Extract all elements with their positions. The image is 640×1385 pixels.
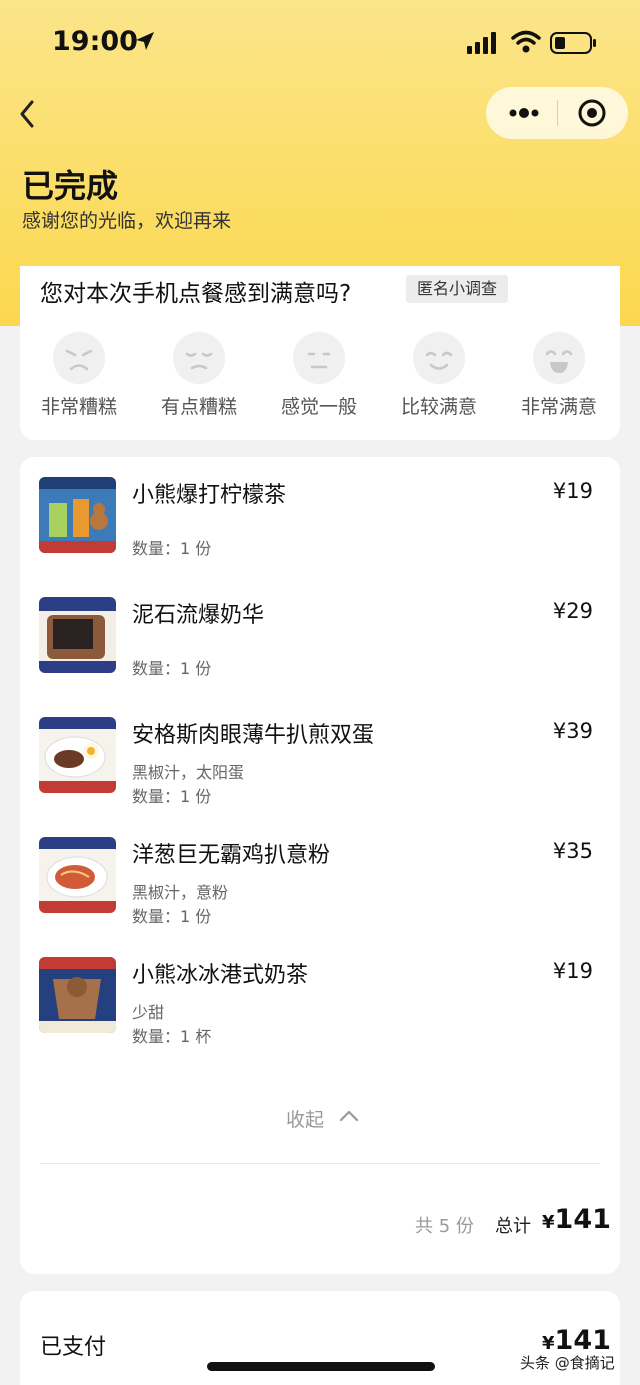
capsule-divider — [557, 100, 558, 126]
status-bar: 19:00 — [0, 0, 640, 86]
item-quantity: 数量：1 份 — [132, 787, 212, 806]
order-items-card: 小熊爆打柠檬茶 ¥19 数量：1 份 泥石流爆奶华 ¥29 数量：1 份 安格斯… — [20, 457, 620, 1274]
item-name: 小熊爆打柠檬茶 — [132, 483, 287, 508]
divider — [40, 1163, 600, 1164]
more-icon[interactable] — [508, 105, 540, 121]
item-quantity: 数量：1 份 — [132, 659, 212, 678]
item-quantity: 数量：1 杯 — [132, 1027, 212, 1046]
rating-label: 非常糟糕 — [40, 396, 117, 418]
page-title: 已完成 — [22, 167, 119, 205]
page-subtitle: 感谢您的光临，欢迎再来 — [22, 210, 232, 232]
rating-very-good[interactable]: 非常满意 — [509, 332, 609, 419]
order-item[interactable]: 小熊冰冰港式奶茶 ¥19 少甜 数量：1 杯 — [20, 937, 620, 1046]
satisfaction-survey-card: 您对本次手机点餐感到满意吗? 匿名小调查 非常糟糕 有点糟糕 感觉一般 比较满意… — [20, 266, 620, 440]
back-button[interactable] — [14, 96, 42, 132]
rating-very-bad[interactable]: 非常糟糕 — [29, 332, 129, 419]
watermark: 头条 @食摘记 — [520, 1354, 615, 1372]
item-image-pasta — [39, 837, 116, 913]
item-name: 洋葱巨无霸鸡扒意粉 — [132, 843, 331, 868]
currency-symbol: ¥ — [542, 1333, 555, 1354]
bad-face-icon — [173, 332, 225, 384]
rating-label: 感觉一般 — [280, 396, 357, 418]
home-indicator — [207, 1362, 435, 1371]
order-item[interactable]: 泥石流爆奶华 ¥29 数量：1 份 — [20, 577, 620, 678]
item-spec: 黑椒汁，太阳蛋 — [132, 763, 245, 782]
item-image-steak — [39, 717, 116, 793]
rating-neutral[interactable]: 感觉一般 — [269, 332, 369, 419]
survey-question: 您对本次手机点餐感到满意吗? — [40, 281, 352, 307]
item-image-lemon-tea — [39, 477, 116, 553]
very-good-face-icon — [533, 332, 585, 384]
item-image-milk-tea — [39, 957, 116, 1033]
total-number: 141 — [554, 1204, 611, 1235]
cellular-signal-icon — [467, 32, 496, 54]
location-arrow-icon — [136, 32, 154, 50]
currency-symbol: ¥ — [542, 1212, 555, 1233]
item-name: 安格斯肉眼薄牛扒煎双蛋 — [132, 723, 375, 748]
neutral-face-icon — [293, 332, 345, 384]
close-miniprogram-icon[interactable] — [577, 98, 607, 128]
rating-good[interactable]: 比较满意 — [389, 332, 489, 419]
rating-label: 有点糟糕 — [160, 396, 237, 418]
very-bad-face-icon — [53, 332, 105, 384]
paid-label: 已支付 — [40, 1335, 107, 1360]
chevron-up-icon — [339, 1110, 359, 1122]
item-quantity: 数量：1 份 — [132, 539, 212, 558]
rating-bad[interactable]: 有点糟糕 — [149, 332, 249, 419]
collapse-button[interactable]: 收起 — [260, 1103, 380, 1133]
item-image-toast — [39, 597, 116, 673]
order-item[interactable]: 安格斯肉眼薄牛扒煎双蛋 ¥39 黑椒汁，太阳蛋 数量：1 份 — [20, 697, 620, 806]
mini-program-capsule — [486, 87, 628, 139]
item-price: ¥29 — [552, 599, 593, 623]
item-quantity: 数量：1 份 — [132, 907, 212, 926]
item-price: ¥19 — [552, 959, 593, 983]
order-item[interactable]: 小熊爆打柠檬茶 ¥19 数量：1 份 — [20, 457, 620, 558]
status-time: 19:00 — [52, 26, 138, 57]
item-spec: 少甜 — [132, 1003, 165, 1022]
order-item[interactable]: 洋葱巨无霸鸡扒意粉 ¥35 黑椒汁，意粉 数量：1 份 — [20, 817, 620, 926]
item-name: 泥石流爆奶华 — [132, 603, 265, 628]
item-count: 共 5 份 — [415, 1216, 474, 1237]
rating-label: 比较满意 — [400, 396, 477, 418]
item-price: ¥39 — [552, 719, 593, 743]
item-spec: 黑椒汁，意粉 — [132, 883, 229, 902]
anonymous-survey-badge: 匿名小调查 — [406, 275, 509, 303]
collapse-label: 收起 — [286, 1109, 325, 1131]
item-name: 小熊冰冰港式奶茶 — [132, 963, 309, 988]
item-price: ¥19 — [552, 479, 593, 503]
battery-icon — [550, 32, 596, 54]
total-label: 总计 — [495, 1216, 531, 1237]
rating-label: 非常满意 — [520, 396, 597, 418]
total-amount: ¥141 — [542, 1204, 611, 1235]
item-price: ¥35 — [552, 839, 593, 863]
wifi-icon — [511, 30, 541, 53]
good-face-icon — [413, 332, 465, 384]
